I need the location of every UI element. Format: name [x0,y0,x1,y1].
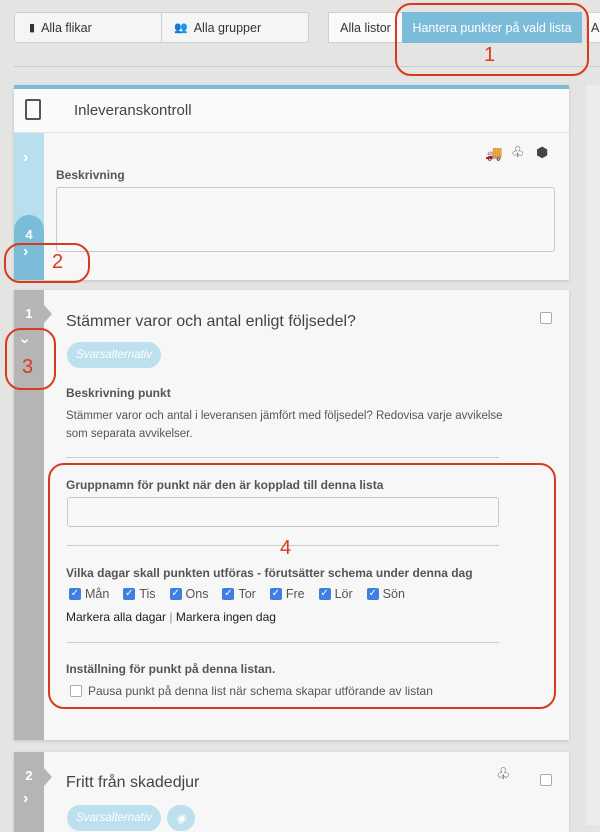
chevron-right-icon[interactable]: › [23,790,28,808]
clipboard-icon [25,99,41,120]
list-card: Inleveranskontroll › 4 › 🚚 ♧ ⬢ Beskrivni… [14,85,569,280]
bookmark-icon: ▮ [29,22,36,34]
list-title: Inleveranskontroll [74,102,192,119]
point-title: Fritt från skadedjur [66,774,200,791]
all-tabs-button[interactable]: ▮ Alla flikar [14,12,162,43]
description-label: Beskrivning [56,168,125,182]
description-label: Beskrivning punkt [66,386,171,400]
answer-options-button[interactable]: Svarsalternativ [67,805,161,831]
annotation-label: 3 [22,356,34,378]
truck-icon[interactable]: 🚚 [485,145,502,162]
camera-icon[interactable]: ◉ [167,805,195,831]
list-header: Inleveranskontroll [14,89,569,133]
point-title: Stämmer varor och antal enligt följsedel… [66,313,356,330]
description-textarea[interactable] [56,187,555,252]
tree-icon[interactable]: ♧ [511,143,524,161]
description-text: Stämmer varor och antal i leveransen jäm… [66,410,503,440]
point-checkbox[interactable] [540,312,552,324]
annotation-label: 1 [484,44,496,66]
point-checkbox[interactable] [540,774,552,786]
chevron-right-icon[interactable]: › [23,149,28,167]
point-card: 2 › Fritt från skadedjur ♧ Svarsalternat… [14,752,569,832]
all-groups-button[interactable]: 👥 Alla grupper [161,12,309,43]
point-number: 2 [25,768,33,783]
next-column [586,85,600,825]
tree-icon[interactable]: ♧ [496,764,510,784]
tab-all-lists[interactable]: Alla listor [328,12,403,43]
annotation-label: 2 [52,251,64,273]
answer-options-button[interactable]: Svarsalternativ [67,342,161,368]
annotation-circle [4,243,90,283]
annotation-circle [48,463,556,709]
point-number: 1 [25,306,33,321]
annotation-label: 4 [280,537,292,559]
users-icon: 👥 [174,22,188,34]
cubes-icon[interactable]: ⬢ [536,144,548,161]
point-count: 4 [25,227,33,242]
